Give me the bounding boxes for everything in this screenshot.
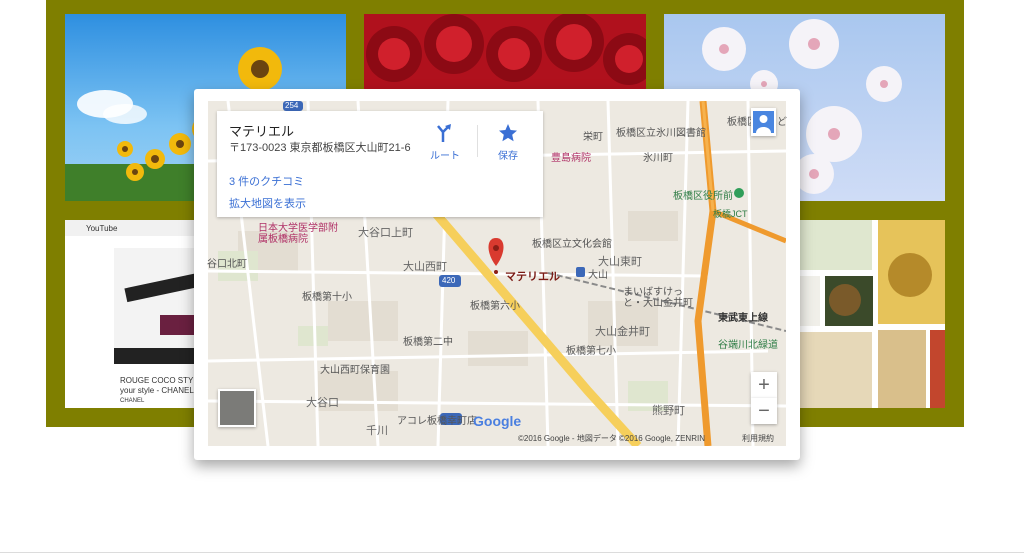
map-label-hoikuen: 大山西町保育園	[320, 365, 390, 376]
youtube-logo: YouTube	[86, 224, 118, 233]
map-label-itabashi-7: 板橋第七小	[566, 346, 616, 357]
save-button[interactable]: 保存	[488, 123, 528, 162]
map-label-senkawa: 千川	[366, 425, 388, 437]
map-label-oyaguchi: 大谷口	[306, 397, 339, 409]
map-label-tobu-tojo: 東武東上線	[718, 313, 768, 324]
roses-photo[interactable]	[364, 14, 646, 90]
google-logo: Google	[473, 413, 522, 429]
map-label-jct: 板橋JCT	[713, 209, 748, 219]
save-label: 保存	[498, 151, 518, 162]
map-label-oyama-higashicho: 大山東町	[598, 256, 642, 268]
food-collage-photo[interactable]	[790, 220, 945, 408]
zoom-in-button[interactable]: +	[751, 372, 777, 398]
map-label-oyaguchi-kamicho: 大谷口上町	[358, 227, 413, 239]
larger-map-link[interactable]: 拡大地図を表示	[229, 195, 306, 211]
place-name: マテリエル	[229, 124, 295, 139]
youtube-channel: CHANEL	[120, 398, 145, 404]
route-shield-420: 420	[442, 276, 456, 285]
map-label-univ-hospital: 日本大学医学部附属板橋病院	[258, 223, 338, 245]
route-label: ルート	[430, 151, 460, 162]
map-label-sakaecho: 栄町	[583, 132, 603, 143]
route-shield-254: 254	[285, 101, 299, 110]
map-label-oyaguchi-kitacho: 谷口北町	[207, 259, 247, 270]
route-button[interactable]: ルート	[425, 123, 465, 162]
zoom-out-button[interactable]: −	[751, 398, 777, 424]
map-label-hospital: 豊島病院	[551, 153, 591, 164]
map-label-acore: アコレ板橋幸町店	[397, 416, 477, 427]
map-label-itabashi-2: 板橋第二中	[403, 337, 453, 348]
pegman-icon[interactable]	[751, 108, 776, 136]
directions-icon	[437, 124, 451, 142]
map-marker-label[interactable]: マテリエル	[505, 268, 560, 284]
map-label-mybasket: まいばすけっと・大山金井町	[623, 287, 693, 309]
map-label-kumanocho: 熊野町	[652, 405, 685, 417]
bottom-divider	[0, 552, 1024, 553]
map-attribution: ©2016 Google - 地図データ ©2016 Google, ZENRI…	[518, 434, 705, 443]
page: YouTube ROUGE COCO STYL your style - CHA…	[0, 0, 1024, 555]
divider	[477, 125, 478, 157]
youtube-caption-line1: ROUGE COCO STYL	[120, 376, 198, 385]
map-label-library: 板橋区立氷川図書館	[616, 128, 706, 139]
map-label-itabashi-10: 板橋第十小	[302, 292, 352, 303]
map-label-hikawacho: 氷川町	[643, 153, 673, 164]
map-label-itabashi-6: 板橋第六小	[470, 301, 520, 312]
terms-link[interactable]: 利用規約	[742, 433, 774, 444]
map-label-oyama-nishimachi: 大山西町	[403, 261, 447, 273]
place-info-window: マテリエル 〒173-0023 東京都板橋区大山町21-6 3 件のクチコミ 拡…	[217, 111, 543, 217]
place-address: 〒173-0023 東京都板橋区大山町21-6	[229, 142, 411, 154]
satellite-toggle[interactable]	[218, 389, 256, 427]
youtube-caption-line2: your style - CHANEL	[120, 386, 194, 395]
map-label-oyama-kanaicho: 大山金井町	[595, 326, 650, 338]
map-label-bunka-kaikan: 板橋区立文化会館	[532, 239, 612, 250]
map-label-yahatagawa: 谷端川北緑道	[718, 340, 778, 351]
map-label-ward-office: 板橋区役所前	[673, 191, 733, 202]
star-icon	[499, 124, 517, 142]
reviews-link[interactable]: 3 件のクチコミ	[229, 173, 304, 189]
